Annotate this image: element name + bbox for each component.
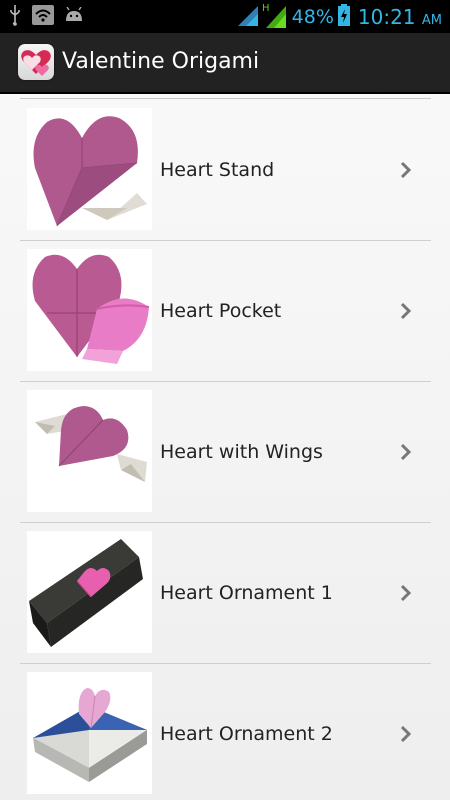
chevron-right-icon bbox=[396, 442, 416, 462]
list-item-heart-ornament-1[interactable]: Heart Ornament 1 bbox=[20, 522, 431, 664]
list-item-label: Heart Ornament 1 bbox=[160, 582, 333, 604]
list-item-heart-ornament-2[interactable]: Heart Ornament 2 bbox=[20, 663, 431, 800]
signal-hspa-icon: H bbox=[262, 2, 288, 32]
list-item-label: Heart Stand bbox=[160, 159, 275, 181]
chevron-right-icon bbox=[396, 724, 416, 744]
clock-time: 10:21 bbox=[357, 4, 416, 29]
clock-ampm: AM bbox=[421, 12, 442, 28]
app-title: Valentine Origami bbox=[62, 49, 260, 74]
status-bar: H 48% 10:21 AM bbox=[0, 0, 450, 33]
heart-pocket-thumbnail bbox=[27, 249, 152, 371]
battery-percent: 48% bbox=[291, 5, 334, 28]
app-icon[interactable] bbox=[18, 44, 54, 80]
heart-with-wings-thumbnail bbox=[27, 390, 152, 512]
signal-icon bbox=[237, 4, 258, 30]
heart-ornament-1-thumbnail bbox=[27, 531, 152, 653]
android-icon bbox=[64, 6, 84, 27]
list-item-label: Heart Ornament 2 bbox=[160, 723, 333, 745]
heart-stand-thumbnail bbox=[27, 108, 152, 230]
wifi-icon bbox=[32, 4, 54, 29]
list-item-heart-stand[interactable]: Heart Stand bbox=[20, 99, 431, 241]
heart-ornament-2-thumbnail bbox=[27, 672, 152, 794]
chevron-right-icon bbox=[396, 301, 416, 321]
system-icons: H 48% 10:21 AM bbox=[237, 0, 442, 33]
usb-icon bbox=[8, 4, 22, 30]
clock: 10:21 AM bbox=[358, 5, 442, 29]
chevron-right-icon bbox=[396, 583, 416, 603]
battery-icon bbox=[337, 3, 350, 30]
list-item-heart-pocket[interactable]: Heart Pocket bbox=[20, 240, 431, 382]
action-bar: Valentine Origami bbox=[0, 33, 450, 94]
list-item-label: Heart Pocket bbox=[160, 300, 282, 322]
list-item-label: Heart with Wings bbox=[160, 441, 323, 463]
chevron-right-icon bbox=[396, 160, 416, 180]
list-item-heart-with-wings[interactable]: Heart with Wings bbox=[20, 381, 431, 523]
svg-text:H: H bbox=[262, 3, 270, 14]
origami-list: Heart Stand Heart Pocket Heart with Wing… bbox=[0, 94, 450, 800]
notification-icons bbox=[8, 4, 84, 29]
